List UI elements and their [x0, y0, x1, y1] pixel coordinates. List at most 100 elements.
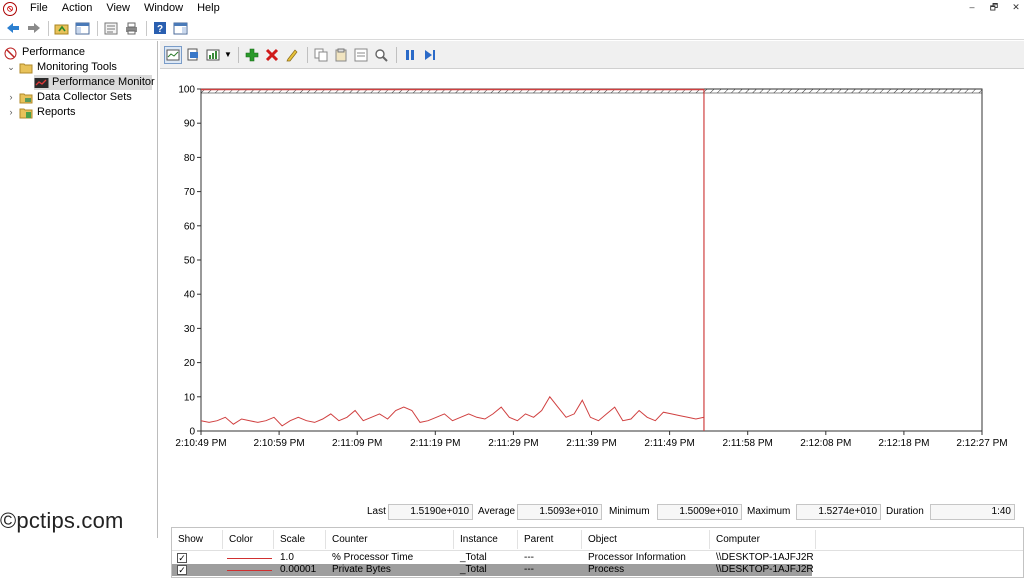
- menu-window[interactable]: Window: [137, 0, 190, 17]
- column-show[interactable]: Show: [178, 534, 203, 545]
- tree-item-performance[interactable]: Performance: [4, 45, 85, 60]
- x-tick-label: 2:10:49 PM: [175, 438, 226, 449]
- column-object[interactable]: Object: [588, 534, 617, 545]
- menu-help[interactable]: Help: [190, 0, 227, 17]
- x-tick-label: 2:11:29 PM: [488, 438, 538, 449]
- toolbar-separator: [396, 46, 397, 63]
- cell-object: Process: [588, 564, 625, 575]
- highlight-icon[interactable]: [283, 46, 301, 64]
- freeze-display-icon[interactable]: [401, 46, 419, 64]
- column-instance[interactable]: Instance: [460, 534, 498, 545]
- view-log-data-icon[interactable]: [184, 46, 202, 64]
- chevron-down-icon[interactable]: ⌄: [6, 60, 16, 75]
- y-tick-label: 20: [184, 358, 196, 369]
- delete-counter-icon[interactable]: [263, 46, 281, 64]
- tree-item-monitoring-tools[interactable]: ⌄ Monitoring Tools: [6, 60, 117, 75]
- tree-label-monitoring-tools: Monitoring Tools: [37, 61, 117, 73]
- performance-app-icon[interactable]: ⦸: [3, 1, 17, 16]
- mdi-window-controls: – 🗗 ✕: [958, 0, 1024, 15]
- restore-icon[interactable]: 🗗: [986, 0, 1002, 15]
- graph-toolbar: ▼: [160, 41, 1024, 69]
- cell-parent: ---: [524, 552, 534, 563]
- tree-label-reports: Reports: [37, 106, 76, 118]
- minimize-icon[interactable]: –: [964, 0, 980, 15]
- column-color[interactable]: Color: [229, 534, 253, 545]
- up-folder-icon[interactable]: [52, 19, 71, 38]
- paste-counter-list-icon[interactable]: [332, 46, 350, 64]
- table-header: Show Color Scale Counter Instance Parent…: [172, 528, 1023, 551]
- cell-computer: \\DESKTOP-1AJFJ2R: [716, 564, 814, 575]
- x-tick-label: 2:11:58 PM: [722, 438, 772, 449]
- performance-monitor-icon: [34, 77, 49, 89]
- print-icon[interactable]: [122, 19, 141, 38]
- average-value: 1.5093e+010: [517, 504, 602, 520]
- x-tick-label: 2:11:09 PM: [332, 438, 382, 449]
- maximum-label: Maximum: [747, 506, 791, 517]
- last-label: Last: [367, 506, 386, 517]
- cell-instance: _Total: [460, 564, 487, 575]
- tree-item-performance-monitor[interactable]: Performance Monitor: [34, 75, 155, 90]
- show-checkbox[interactable]: ✓: [177, 565, 187, 575]
- show-action-pane-icon[interactable]: [171, 19, 190, 38]
- close-icon[interactable]: ✕: [1008, 0, 1024, 15]
- y-tick-label: 0: [189, 427, 195, 438]
- view-current-activity-icon[interactable]: [164, 45, 182, 64]
- menu-file[interactable]: File: [23, 0, 55, 17]
- tree-label-data-collector-sets: Data Collector Sets: [37, 91, 132, 103]
- copy-properties-icon[interactable]: [312, 46, 330, 64]
- average-label: Average: [478, 506, 516, 517]
- chevron-right-icon[interactable]: ›: [6, 90, 16, 105]
- x-tick-label: 2:11:39 PM: [566, 438, 616, 449]
- data-collector-sets-icon: [19, 92, 33, 104]
- toolbar-separator: [48, 20, 49, 36]
- counter-legend-table: Show Color Scale Counter Instance Parent…: [171, 527, 1024, 578]
- plot-area: [200, 88, 983, 432]
- y-tick-label: 90: [184, 119, 196, 130]
- x-tick-label: 2:10:59 PM: [254, 438, 305, 449]
- back-arrow-icon[interactable]: [3, 19, 22, 38]
- change-graph-type-icon[interactable]: [204, 46, 222, 64]
- toolbar-separator: [238, 46, 239, 63]
- properties-icon[interactable]: [352, 46, 370, 64]
- tree-item-data-collector-sets[interactable]: › Data Collector Sets: [6, 90, 132, 105]
- column-counter[interactable]: Counter: [332, 534, 368, 545]
- y-tick-label: 40: [184, 290, 196, 301]
- counter-color-swatch: [227, 570, 272, 571]
- folder-icon: [19, 62, 33, 74]
- show-hide-console-tree-icon[interactable]: [73, 19, 92, 38]
- show-checkbox[interactable]: ✓: [177, 553, 187, 563]
- minimum-value: 1.5009e+010: [657, 504, 742, 520]
- main-toolbar: ?: [0, 17, 1024, 40]
- x-tick-label: 2:11:49 PM: [644, 438, 694, 449]
- counter-color-swatch: [227, 558, 272, 559]
- statistics-bar: Last 1.5190e+010 Average 1.5093e+010 Min…: [160, 503, 1024, 521]
- zoom-icon[interactable]: [372, 46, 390, 64]
- forward-arrow-icon[interactable]: [24, 19, 43, 38]
- menu-view[interactable]: View: [99, 0, 137, 17]
- dropdown-arrow-icon[interactable]: ▼: [224, 46, 232, 64]
- update-data-icon[interactable]: [421, 46, 439, 64]
- column-scale[interactable]: Scale: [280, 534, 305, 545]
- last-value: 1.5190e+010: [388, 504, 473, 520]
- column-parent[interactable]: Parent: [524, 534, 553, 545]
- reports-icon: [19, 107, 33, 119]
- y-tick-label: 60: [184, 221, 196, 232]
- menu-action[interactable]: Action: [55, 0, 100, 17]
- y-tick-label: 10: [184, 392, 196, 403]
- cell-counter: Private Bytes: [332, 564, 391, 575]
- table-row-selected[interactable]: ✓ 0.00001 Private Bytes _Total --- Proce…: [172, 564, 814, 576]
- cell-instance: _Total: [460, 552, 487, 563]
- column-computer[interactable]: Computer: [716, 534, 760, 545]
- add-counter-icon[interactable]: [243, 46, 261, 64]
- properties-icon[interactable]: [101, 19, 120, 38]
- x-tick-label: 2:12:27 PM: [956, 438, 1007, 449]
- table-row[interactable]: ✓ 1.0 % Processor Time _Total --- Proces…: [172, 552, 814, 564]
- cell-parent: ---: [524, 564, 534, 575]
- cell-scale: 1.0: [280, 552, 294, 563]
- tree-item-reports[interactable]: › Reports: [6, 105, 76, 120]
- performance-icon: [4, 47, 18, 59]
- chevron-right-icon[interactable]: ›: [6, 105, 16, 120]
- help-icon[interactable]: ?: [150, 19, 169, 38]
- performance-graph[interactable]: 0 10 20 30 40 50 60 70 80 90 100 2:10:49 PM 2:10:59 …: [160, 70, 1024, 495]
- cell-scale: 0.00001: [280, 564, 317, 575]
